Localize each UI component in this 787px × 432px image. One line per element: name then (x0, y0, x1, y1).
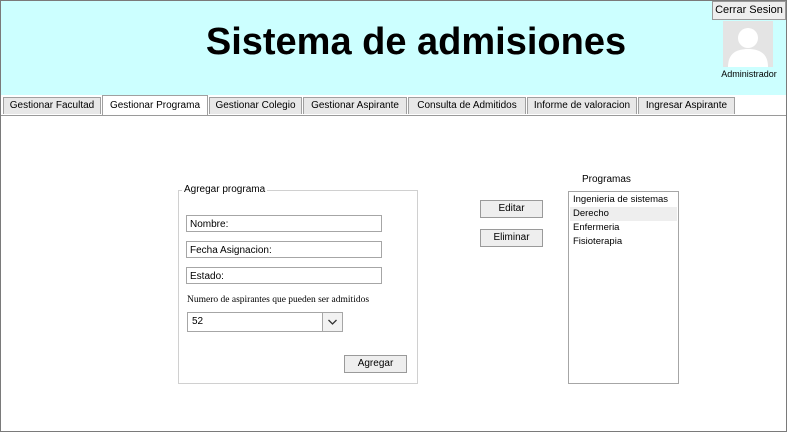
group-legend: Agregar programa (182, 184, 268, 195)
page-title: Sistema de admisiones (205, 21, 627, 63)
count-value: 52 (192, 316, 204, 327)
user-avatar-icon (723, 21, 773, 67)
list-item[interactable]: Derecho (570, 207, 677, 221)
edit-button[interactable]: Editar (480, 200, 543, 218)
chevron-down-icon[interactable] (322, 313, 342, 331)
add-button[interactable]: Agregar (344, 355, 407, 373)
name-field[interactable]: Nombre: (186, 215, 382, 232)
tab-gestionar-aspirante[interactable]: Gestionar Aspirante (303, 97, 407, 114)
tab-informe-valoracion[interactable]: Informe de valoracion (527, 97, 637, 114)
header: Sistema de admisiones Cerrar Sesion Admi… (1, 1, 786, 95)
application-window: Sistema de admisiones Cerrar Sesion Admi… (0, 0, 787, 432)
tab-consulta-admitidos[interactable]: Consulta de Admitidos (408, 97, 526, 114)
delete-button[interactable]: Eliminar (480, 229, 543, 247)
tab-gestionar-programa[interactable]: Gestionar Programa (102, 95, 208, 115)
programs-label: Programas (582, 174, 631, 185)
date-field[interactable]: Fecha Asignacion: (186, 241, 382, 258)
list-item[interactable]: Enfermeria (570, 221, 677, 235)
tab-gestionar-colegio[interactable]: Gestionar Colegio (209, 97, 302, 114)
count-label: Numero de aspirantes que pueden ser admi… (187, 295, 370, 305)
tab-bar: Gestionar Facultad Gestionar Programa Ge… (1, 95, 786, 116)
list-item[interactable]: Fisioterapia (570, 235, 677, 249)
programs-list[interactable]: Ingenieria de sistemas Derecho Enfermeri… (568, 191, 679, 384)
logout-button[interactable]: Cerrar Sesion (712, 1, 786, 20)
tab-gestionar-facultad[interactable]: Gestionar Facultad (3, 97, 101, 114)
status-field[interactable]: Estado: (186, 267, 382, 284)
count-dropdown[interactable]: 52 (187, 312, 343, 332)
tab-ingresar-aspirante[interactable]: Ingresar Aspirante (638, 97, 735, 114)
user-label: Administrador (721, 69, 777, 79)
list-item[interactable]: Ingenieria de sistemas (570, 193, 677, 207)
